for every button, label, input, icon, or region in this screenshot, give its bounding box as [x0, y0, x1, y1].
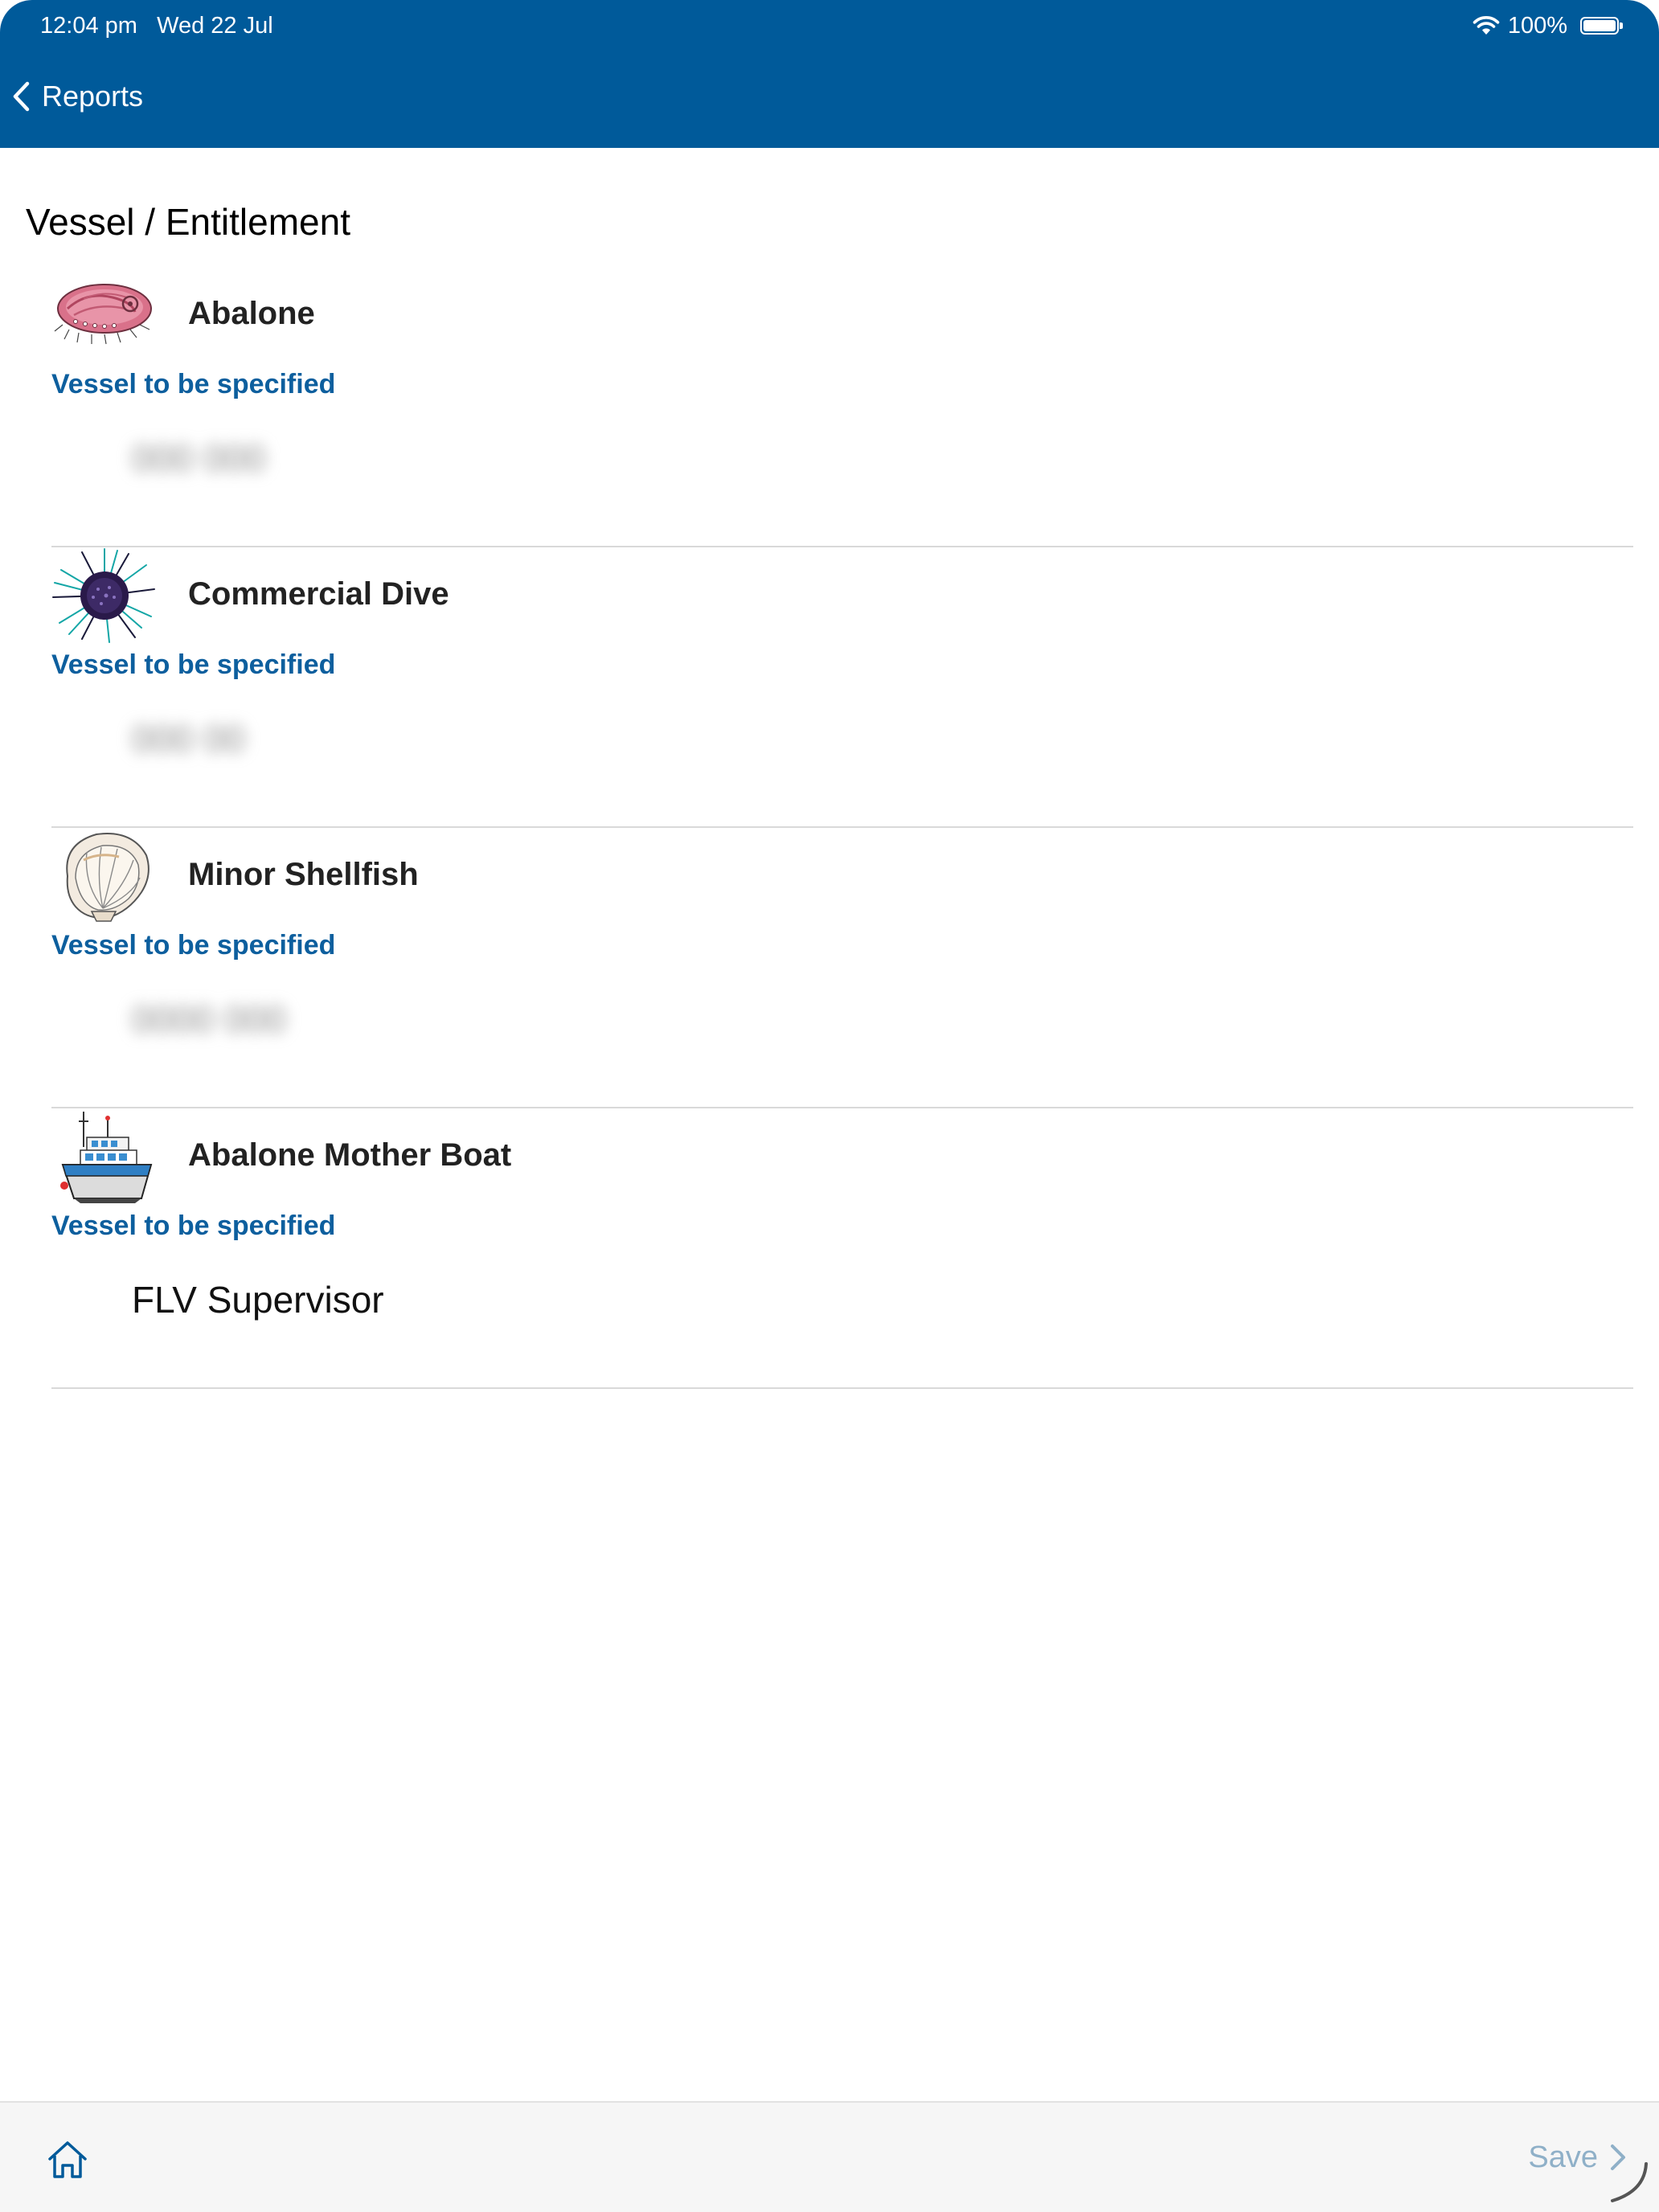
vessel-status-label: Vessel to be specified	[51, 930, 336, 961]
boat-icon	[60, 1112, 153, 1203]
vessel-status-label: Vessel to be specified	[51, 369, 336, 399]
chevron-left-icon	[13, 81, 30, 112]
home-icon	[48, 2141, 87, 2178]
navigation-header: 12:04 pm Wed 22 Jul 100% Reports	[0, 0, 1659, 148]
back-button-label: Reports	[42, 80, 144, 113]
entitlement-row-commercial-dive[interactable]: Commercial Dive Vessel to be specified 0…	[51, 547, 1633, 828]
save-button-label: Save	[1528, 2140, 1598, 2174]
status-date: Wed 22 Jul	[157, 13, 273, 39]
status-bar-indicators: 100%	[1473, 11, 1623, 40]
page-title: Vessel / Entitlement	[26, 201, 350, 243]
entitlement-row-abalone[interactable]: Abalone Vessel to be specified 000 000	[51, 267, 1633, 547]
vessel-status-label: Vessel to be specified	[51, 1210, 336, 1241]
entitlement-name: Commercial Dive	[188, 576, 449, 612]
abalone-icon	[54, 284, 152, 345]
home-button[interactable]	[45, 2138, 90, 2183]
entitlement-name: Abalone	[188, 296, 315, 331]
status-bar-clock: 12:04 pm Wed 22 Jul	[40, 11, 273, 40]
bottom-toolbar: Save	[0, 2101, 1659, 2212]
wifi-icon	[1473, 16, 1500, 35]
entitlement-name: Minor Shellfish	[188, 857, 419, 892]
scallop-shell-icon	[66, 833, 150, 922]
screen-corner-indicator	[1611, 2162, 1648, 2202]
entitlement-name: Abalone Mother Boat	[188, 1137, 512, 1173]
entitlement-row-minor-shellfish[interactable]: Minor Shellfish Vessel to be specified 0…	[51, 828, 1633, 1108]
back-button[interactable]: Reports	[11, 74, 143, 119]
sea-urchin-icon	[52, 548, 155, 643]
vessel-status-label: Vessel to be specified	[51, 649, 336, 680]
vessel-name-obscured: 000 00	[132, 718, 245, 760]
battery-percentage: 100%	[1507, 13, 1567, 39]
vessel-name-obscured: 000 000	[132, 437, 266, 479]
status-time: 12:04 pm	[40, 13, 137, 39]
entitlement-row-abalone-mother-boat[interactable]: Abalone Mother Boat Vessel to be specifi…	[51, 1108, 1633, 1389]
battery-icon	[1580, 17, 1623, 35]
vessel-name-obscured: 0000 000	[132, 998, 286, 1040]
vessel-name: FLV Supervisor	[132, 1279, 384, 1321]
